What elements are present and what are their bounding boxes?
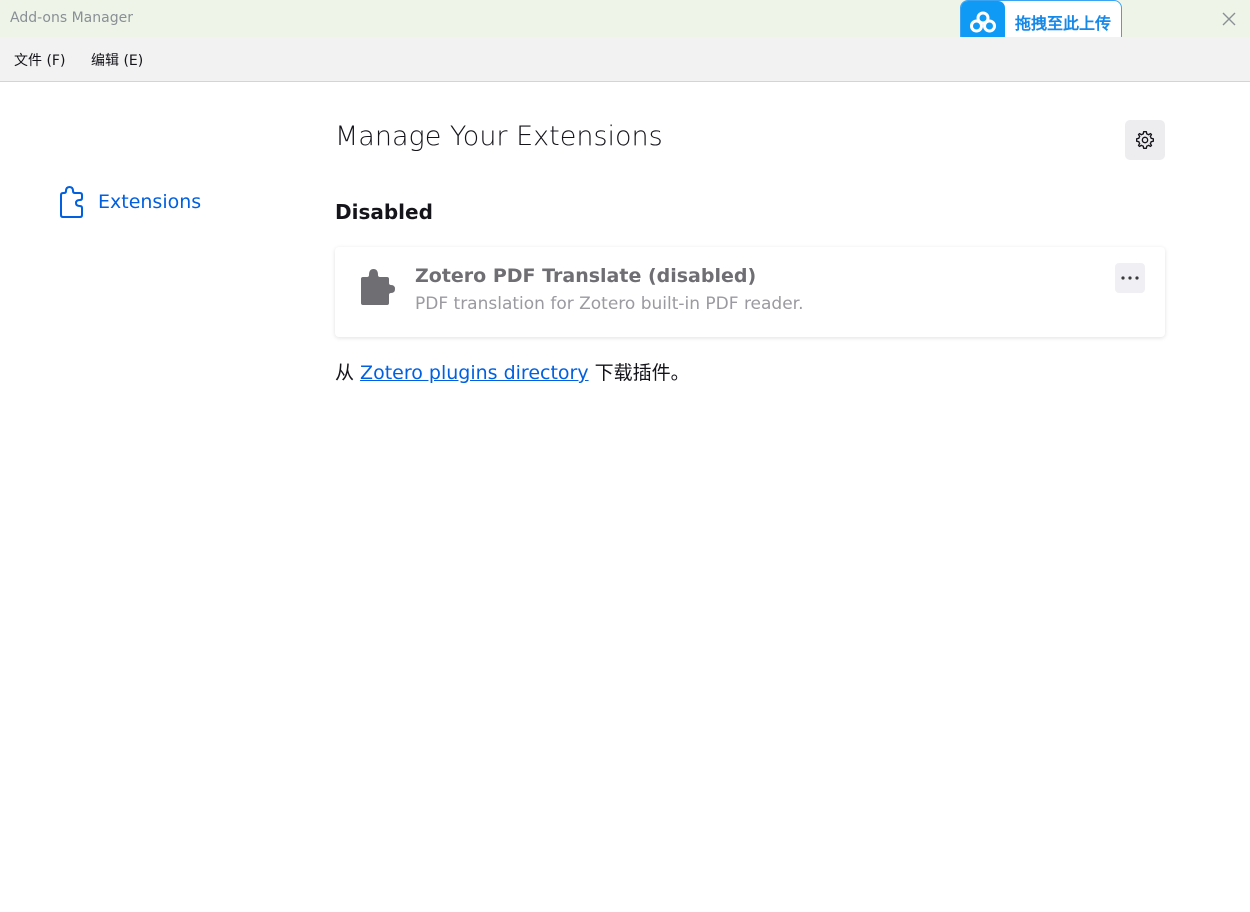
footer-suffix: 下载插件。 bbox=[588, 362, 690, 384]
more-options-button[interactable] bbox=[1115, 263, 1145, 293]
plugins-directory-link[interactable]: Zotero plugins directory bbox=[360, 362, 589, 384]
addon-card[interactable]: Zotero PDF Translate (disabled) PDF tran… bbox=[335, 247, 1165, 337]
window-title: Add-ons Manager bbox=[10, 10, 133, 26]
more-dots-icon bbox=[1121, 276, 1139, 280]
settings-button[interactable] bbox=[1125, 120, 1165, 160]
close-button[interactable] bbox=[1218, 8, 1240, 30]
gear-icon bbox=[1136, 131, 1154, 149]
menu-bar: 文件 (F) 编辑 (E) bbox=[0, 37, 1250, 82]
sidebar-item-extensions[interactable]: Extensions bbox=[58, 184, 201, 220]
puzzle-piece-icon bbox=[357, 267, 397, 307]
page-title: Manage Your Extensions bbox=[335, 121, 663, 152]
close-icon bbox=[1222, 12, 1236, 26]
menu-file[interactable]: 文件 (F) bbox=[14, 50, 65, 70]
puzzle-icon bbox=[60, 186, 83, 218]
footer-prefix: 从 bbox=[335, 362, 361, 384]
menu-edit[interactable]: 编辑 (E) bbox=[91, 50, 143, 70]
plugins-directory-hint: 从 Zotero plugins directory 下载插件。 bbox=[335, 358, 690, 385]
sidebar-item-label: Extensions bbox=[98, 191, 202, 213]
section-heading-disabled: Disabled bbox=[335, 200, 433, 224]
addon-description: PDF translation for Zotero built-in PDF … bbox=[415, 294, 804, 314]
addon-name: Zotero PDF Translate (disabled) bbox=[415, 265, 757, 287]
upload-label: 拖拽至此上传 bbox=[1015, 14, 1112, 33]
